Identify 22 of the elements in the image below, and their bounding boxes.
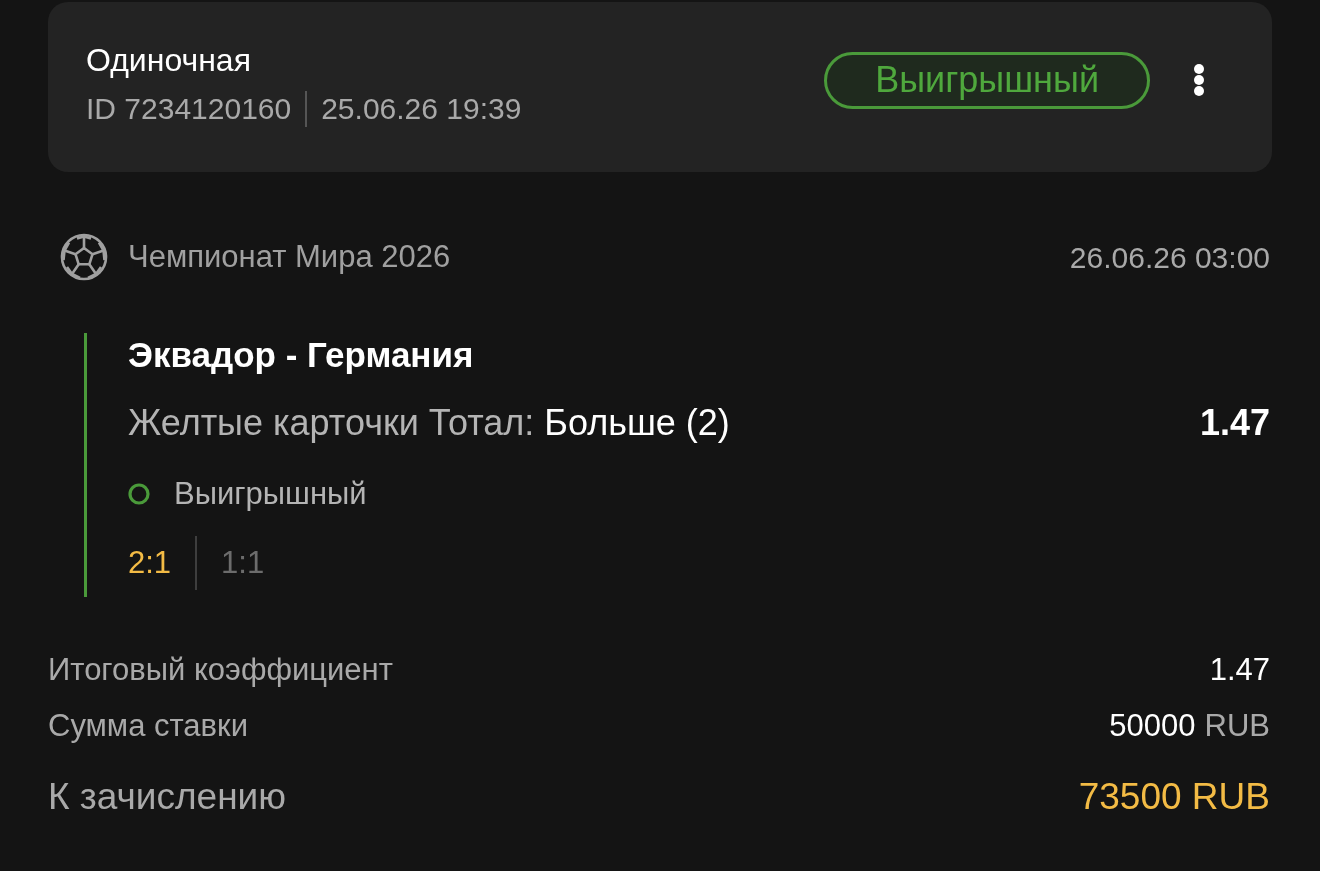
summary-label: К зачислению (48, 775, 287, 820)
bet-datetime: 25.06.26 19:39 (321, 91, 522, 127)
soccer-ball-icon (60, 233, 108, 281)
match-start-time: 26.06.26 03:00 (1069, 239, 1270, 276)
summary-value: 1.47 (1209, 650, 1270, 689)
summary-value: 73500 RUB (1078, 775, 1270, 820)
status-badge: Выигрышный (824, 51, 1150, 109)
score: 2:1 (128, 543, 172, 582)
market-selection-text: Желтые карточки Тотал: Больше (2) (128, 401, 730, 445)
bet-id: ID 7234120160 (86, 91, 292, 127)
league-name: Чемпионат Мира 2026 (128, 237, 451, 276)
summary-label: Итоговый коэффициент (48, 650, 393, 689)
selection-odds: 1.47 (1199, 401, 1270, 445)
bet-type-title: Одиночная (86, 41, 251, 80)
summary-label: Сумма ставки (48, 706, 248, 745)
score: 1:1 (221, 543, 265, 582)
kebab-menu-icon (1193, 63, 1205, 97)
match-name: Эквадор - Германия (128, 334, 474, 376)
summary-value: 50000 (1109, 706, 1196, 745)
selection-status: Выигрышный (174, 474, 367, 513)
more-options-button[interactable] (1192, 63, 1206, 97)
currency-label: RUB (1204, 706, 1270, 745)
